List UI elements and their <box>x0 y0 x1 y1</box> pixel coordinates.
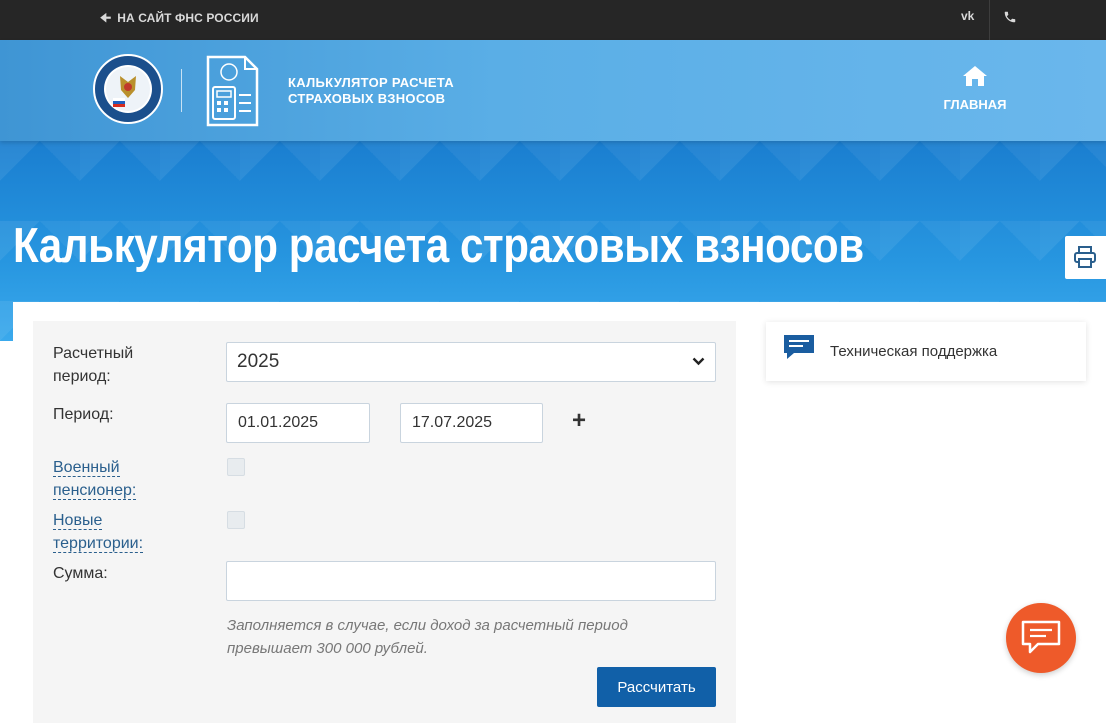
new-territories-checkbox[interactable] <box>227 511 245 529</box>
site-title-line1: КАЛЬКУЛЯТОР РАСЧЕТА <box>288 75 454 90</box>
top-bar: 🠈 НА САЙТ ФНС РОССИИ vk <box>0 0 1106 40</box>
tech-support-label: Техническая поддержка <box>830 343 998 360</box>
page-title: Калькулятор расчета страховых взносов <box>13 219 864 273</box>
tech-support-card[interactable]: Техническая поддержка <box>766 322 1086 381</box>
arrow-left-icon: 🠈 <box>100 11 112 25</box>
site-header: КАЛЬКУЛЯТОР РАСЧЕТА СТРАХОВЫХ ВЗНОСОВ ГЛ… <box>0 40 1106 141</box>
add-period-button[interactable]: + <box>572 407 586 435</box>
new-territories-label[interactable]: Новые территории: <box>53 509 144 555</box>
chevron-down-icon <box>692 357 705 366</box>
sum-hint: Заполняется в случае, если доход за расч… <box>227 617 628 657</box>
home-icon <box>963 66 987 86</box>
period-label: Расчетный период: <box>53 345 134 385</box>
sum-input[interactable] <box>226 561 716 601</box>
nav-home[interactable]: ГЛАВНАЯ <box>940 65 1010 112</box>
chat-icon <box>1021 620 1061 654</box>
military-pensioner-checkbox[interactable] <box>227 458 245 476</box>
date-to-input[interactable]: 17.07.2025 <box>400 403 543 443</box>
military-pensioner-label[interactable]: Военный пенсионер: <box>53 456 137 502</box>
printer-icon <box>1074 246 1096 268</box>
sum-label: Сумма: <box>53 565 108 582</box>
topbar-divider <box>989 0 990 40</box>
range-label: Период: <box>53 406 114 423</box>
back-link-label: НА САЙТ ФНС РОССИИ <box>117 11 259 25</box>
phone-icon[interactable] <box>1003 10 1017 24</box>
fns-emblem-logo[interactable] <box>93 52 163 126</box>
date-from-input[interactable]: 01.01.2025 <box>226 403 370 443</box>
site-title[interactable]: КАЛЬКУЛЯТОР РАСЧЕТА СТРАХОВЫХ ВЗНОСОВ <box>288 75 488 107</box>
period-select[interactable]: 2025 <box>226 342 716 382</box>
chat-button[interactable] <box>1006 603 1076 673</box>
calculate-button[interactable]: Рассчитать <box>597 667 716 707</box>
print-button[interactable] <box>1065 236 1106 279</box>
vk-icon[interactable]: vk <box>961 9 974 23</box>
calculator-logo-icon[interactable] <box>205 55 259 127</box>
chat-bubble-icon <box>784 335 814 359</box>
period-select-value: 2025 <box>237 351 280 372</box>
header-divider <box>181 69 182 112</box>
back-to-fns-link[interactable]: 🠈 НА САЙТ ФНС РОССИИ <box>100 0 259 36</box>
nav-home-label: ГЛАВНАЯ <box>943 97 1007 112</box>
site-title-line2: СТРАХОВЫХ ВЗНОСОВ <box>288 91 446 106</box>
